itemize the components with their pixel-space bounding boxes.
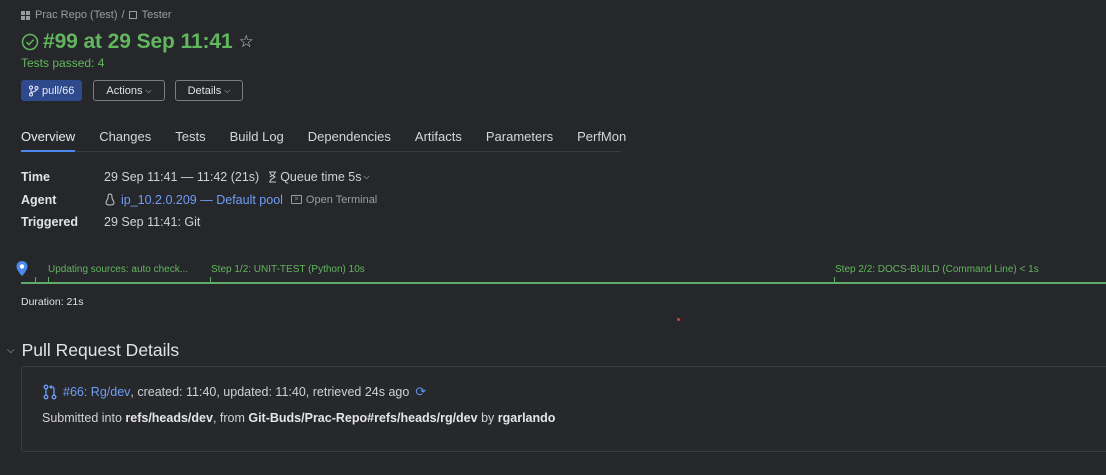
tab-overview[interactable]: Overview: [21, 122, 76, 152]
agent-link[interactable]: ip_10.2.0.209 — Default pool: [121, 193, 283, 207]
timeline-tick: [210, 277, 211, 283]
target-ref: refs/heads/dev: [125, 411, 213, 425]
tab-artifacts[interactable]: Artifacts: [415, 122, 462, 152]
section-title: Pull Request Details: [21, 339, 180, 360]
breadcrumb-project[interactable]: Prac Repo (Test): [21, 9, 118, 21]
agent-label: Agent: [21, 192, 57, 207]
author: rgarlando: [497, 411, 556, 425]
pull-request-submitted: Submitted into refs/heads/dev, from Git-…: [42, 411, 555, 425]
submitted-prefix: Submitted into: [42, 411, 126, 425]
tab-dependencies[interactable]: Dependencies: [308, 122, 391, 152]
open-terminal-label: Open Terminal: [305, 193, 378, 206]
details-button[interactable]: Details ⌵: [174, 80, 244, 101]
timeline-tick: [35, 277, 36, 283]
details-button-label: Details: [187, 84, 222, 97]
timeline-tick: [834, 277, 835, 283]
build-timeline: Updating sources: auto check... Step 1/2…: [0, 256, 1106, 288]
triggered-row: Triggered 29 Sep 11:41: Git: [21, 211, 377, 234]
queue-time-label: Queue time 5s: [280, 170, 362, 185]
location-pin-icon: [16, 261, 28, 276]
breadcrumb-build-config-label: Tester: [141, 9, 172, 21]
project-icon: [21, 10, 30, 20]
time-value: 29 Sep 11:41 — 11:42 (21s): [104, 170, 260, 185]
chevron-down-icon: ⌵: [363, 172, 370, 182]
pull-request-summary: #66: Rg/dev , created: 11:40, updated: 1…: [42, 384, 426, 400]
breadcrumb: Prac Repo (Test) / Tester: [21, 8, 172, 22]
actions-button-label: Actions: [106, 84, 143, 97]
open-terminal-button[interactable]: > Open Terminal: [290, 193, 378, 206]
timeline-bar: [21, 282, 1106, 284]
tab-build-log[interactable]: Build Log: [230, 122, 284, 152]
agent-row: Agent ip_10.2.0.209 — Default pool > Ope…: [21, 189, 377, 212]
timeline-step-label[interactable]: Step 1/2: UNIT-TEST (Python) 10s: [211, 264, 365, 275]
star-icon[interactable]: ☆: [239, 32, 254, 52]
breadcrumb-build-config[interactable]: Tester: [128, 9, 172, 21]
build-config-icon: [128, 11, 137, 19]
timeline-step-label[interactable]: Step 2/2: DOCS-BUILD (Command Line) < 1s: [835, 264, 1039, 275]
pull-request-icon: [43, 384, 57, 400]
red-dot: [677, 318, 680, 321]
timeline-tick: [48, 277, 49, 283]
branch-button-label: pull/66: [42, 84, 75, 97]
tab-bar: Overview Changes Tests Build Log Depende…: [21, 122, 626, 152]
refresh-icon[interactable]: ⟳: [415, 384, 426, 400]
timeline-step-label[interactable]: Updating sources: auto check...: [48, 264, 188, 275]
build-status-text: Tests passed: 4: [21, 56, 105, 70]
time-label: Time: [21, 170, 50, 185]
tab-parameters[interactable]: Parameters: [486, 122, 553, 152]
branch-button[interactable]: pull/66: [21, 80, 83, 101]
build-overview-page: Prac Repo (Test) / Tester #99 at 29 Sep …: [0, 0, 1106, 475]
source-ref: Git-Buds/Prac-Repo#refs/heads/rg/dev: [248, 411, 478, 425]
success-check-icon: [21, 33, 39, 51]
pull-request-link[interactable]: #66: Rg/dev: [63, 385, 130, 399]
terminal-icon: >: [290, 195, 302, 205]
actions-button[interactable]: Actions ⌵: [93, 80, 165, 101]
tab-tests[interactable]: Tests: [175, 122, 205, 152]
page-title: #99 at 29 Sep 11:41: [43, 30, 233, 53]
triggered-value: 29 Sep 11:41: Git: [104, 215, 201, 230]
build-actions-row: pull/66 Actions ⌵ Details ⌵: [21, 80, 253, 101]
chevron-down-icon: ⌵: [7, 344, 15, 356]
duration-text: Duration: 21s: [21, 296, 84, 308]
time-row: Time 29 Sep 11:41 — 11:42 (21s) Queue ti…: [21, 166, 377, 189]
tab-changes[interactable]: Changes: [99, 122, 151, 152]
chevron-down-icon: ⌵: [145, 85, 152, 95]
pull-request-meta: , created: 11:40, updated: 11:40, retrie…: [130, 385, 410, 399]
breadcrumb-separator: /: [121, 9, 125, 21]
pull-request-card: #66: Rg/dev , created: 11:40, updated: 1…: [21, 366, 1106, 452]
build-info: Time 29 Sep 11:41 — 11:42 (21s) Queue ti…: [21, 166, 377, 234]
triggered-label: Triggered: [21, 215, 78, 230]
by-text: by: [477, 411, 498, 425]
from-text: , from: [212, 411, 249, 425]
queue-time-toggle[interactable]: Queue time 5s ⌵: [268, 170, 370, 185]
tab-perfmon[interactable]: PerfMon: [577, 122, 626, 152]
linux-icon: [105, 193, 115, 206]
hourglass-icon: [269, 171, 277, 183]
branch-icon: [29, 85, 39, 96]
breadcrumb-project-label: Prac Repo (Test): [35, 9, 118, 21]
build-title-row: #99 at 29 Sep 11:41 ☆: [21, 29, 254, 55]
chevron-down-icon: ⌵: [224, 85, 231, 95]
pull-request-section-toggle[interactable]: ⌵ Pull Request Details: [7, 339, 179, 361]
